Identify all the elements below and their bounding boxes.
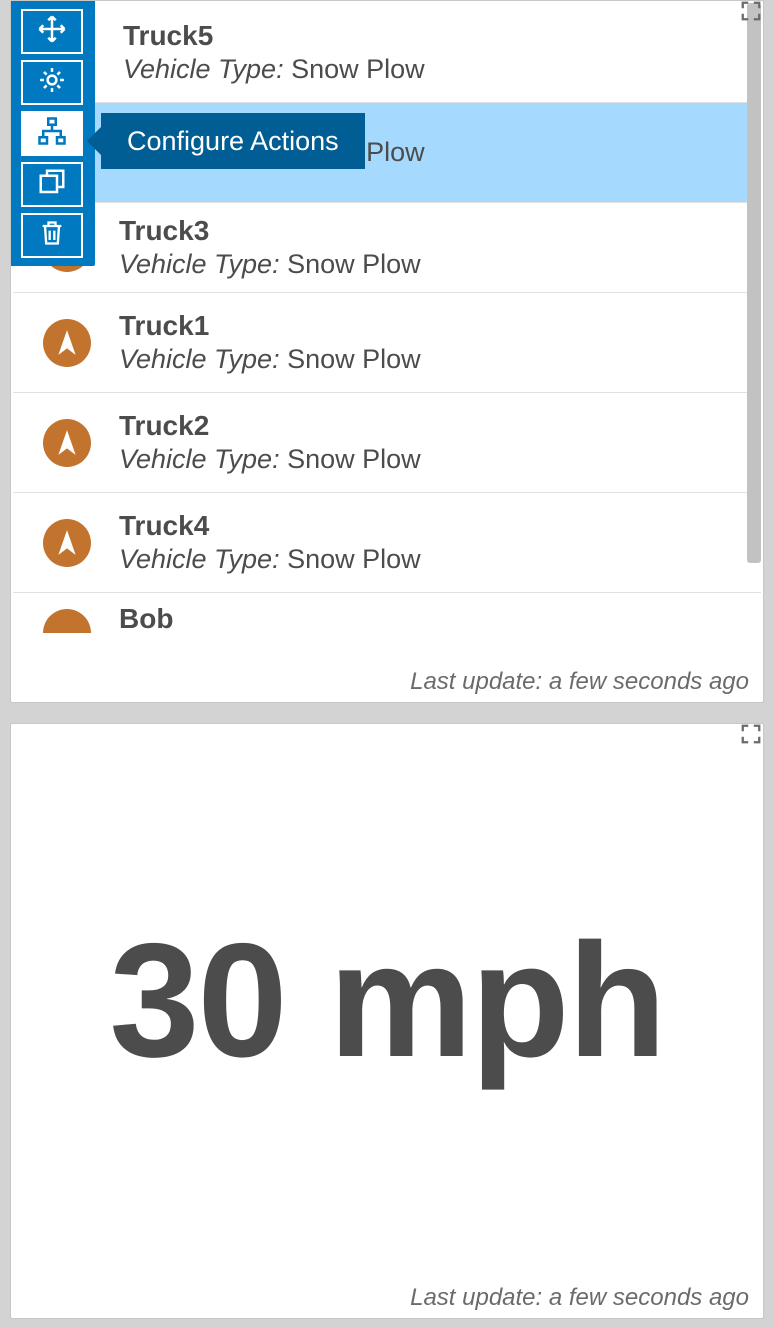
item-title: Truck2 — [119, 410, 747, 442]
sitemap-icon — [37, 116, 67, 151]
item-subtitle: Vehicle Type: Snow Plow — [123, 54, 747, 85]
item-subtitle: Vehicle Type: Snow Plow — [119, 544, 747, 575]
vehicle-list-panel: Configure Actions Truck5 Vehicle Type: S… — [10, 0, 764, 703]
vehicle-arrow-icon — [43, 419, 91, 467]
list-item[interactable]: Truck5 Vehicle Type: Snow Plow — [13, 3, 761, 103]
scrollbar-thumb[interactable] — [747, 3, 761, 563]
list-item[interactable]: Truck3 Vehicle Type: Snow Plow — [13, 203, 761, 293]
move-button[interactable] — [21, 9, 83, 54]
vehicle-list: Truck5 Vehicle Type: Snow Plow Vehicle T… — [13, 3, 761, 664]
item-title: Truck3 — [119, 215, 747, 247]
trash-icon — [38, 218, 66, 253]
expand-icon — [740, 723, 762, 750]
configure-actions-button[interactable] — [21, 111, 83, 156]
copy-icon — [37, 167, 67, 202]
item-title: Bob — [119, 603, 747, 635]
duplicate-button[interactable] — [21, 162, 83, 207]
item-title: Truck5 — [123, 20, 747, 52]
expand-icon — [740, 0, 762, 27]
list-item[interactable]: Truck4 Vehicle Type: Snow Plow — [13, 493, 761, 593]
speed-value: 30 mph — [109, 908, 664, 1094]
delete-button[interactable] — [21, 213, 83, 258]
gear-icon — [37, 65, 67, 100]
settings-button[interactable] — [21, 60, 83, 105]
tooltip-label: Configure Actions — [127, 126, 339, 157]
item-title: Truck1 — [119, 310, 747, 342]
item-subtitle: Vehicle Type: Snow Plow — [119, 249, 747, 280]
vehicle-arrow-icon — [43, 319, 91, 367]
expand-button[interactable] — [737, 722, 765, 750]
expand-button[interactable] — [737, 0, 765, 27]
item-subtitle: Vehicle Type: Snow Plow — [119, 444, 747, 475]
item-subtitle: Vehicle Type: Snow Plow — [119, 344, 747, 375]
last-update-label: Last update: a few seconds ago — [410, 668, 749, 696]
item-title: Truck4 — [119, 510, 747, 542]
list-item[interactable]: Truck2 Vehicle Type: Snow Plow — [13, 393, 761, 493]
last-update-label: Last update: a few seconds ago — [410, 1284, 749, 1312]
widget-toolbar — [11, 1, 95, 266]
move-icon — [37, 14, 67, 49]
scrollbar[interactable] — [747, 3, 761, 623]
tooltip: Configure Actions — [101, 113, 365, 169]
list-item[interactable]: Truck1 Vehicle Type: Snow Plow — [13, 293, 761, 393]
list-item[interactable]: Bob — [13, 593, 761, 647]
vehicle-arrow-icon — [43, 609, 91, 633]
speed-display: 30 mph — [11, 724, 763, 1278]
speed-panel: 30 mph Last update: a few seconds ago — [10, 723, 764, 1319]
vehicle-arrow-icon — [43, 519, 91, 567]
